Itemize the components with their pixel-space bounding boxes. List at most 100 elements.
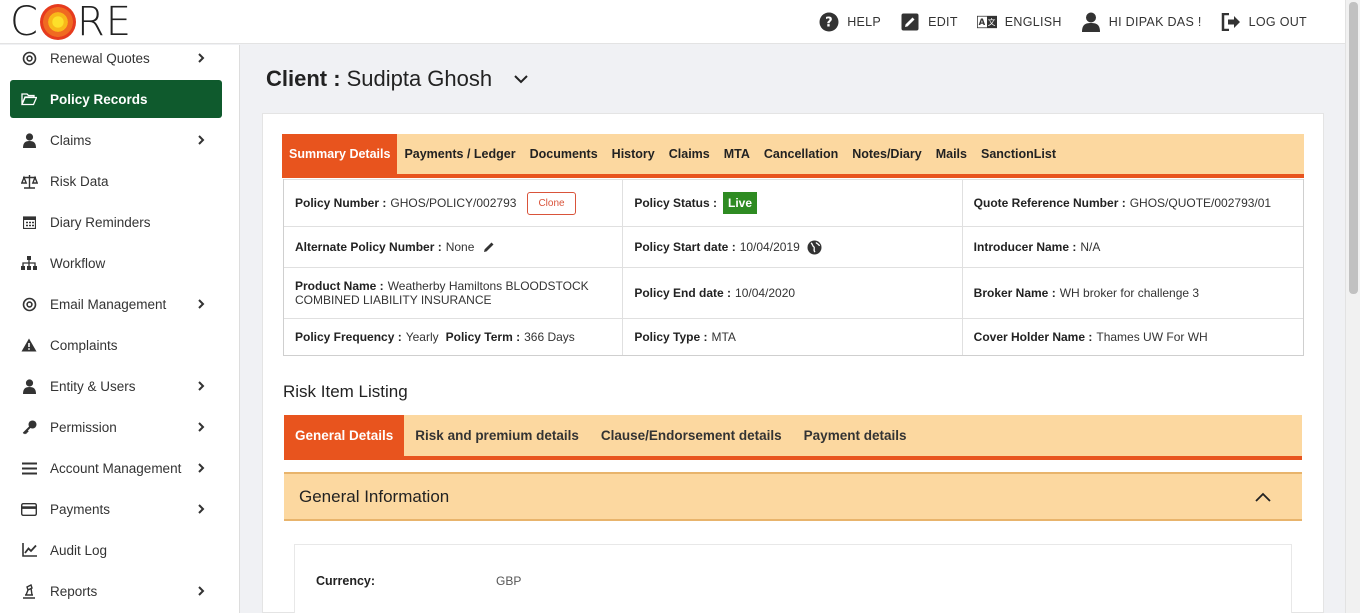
chevron-right-icon (198, 422, 205, 432)
summary-row: Product Name : Weatherby Hamiltons BLOODS… (284, 267, 1303, 318)
help-link[interactable]: ? HELP (819, 12, 881, 32)
tab-mails[interactable]: Mails (929, 134, 974, 174)
sidebar-item-diary-reminders[interactable]: Diary Reminders (10, 203, 222, 241)
top-bar: C RE ? HELP EDIT A文 ENGLISH HI DIPAK DAS … (0, 0, 1345, 45)
sidebar-item-label: Entity & Users (50, 378, 136, 394)
tab-history[interactable]: History (605, 134, 662, 174)
sidebar-item-label: Account Management (50, 460, 182, 476)
start-date-label: Policy Start date : (634, 240, 736, 254)
summary-grid: Policy Number : GHOS/POLICY/002793 Clone… (283, 179, 1304, 356)
risk-tabs: General Details Risk and premium details… (284, 415, 1302, 460)
sidebar-item-workflow[interactable]: Workflow (10, 244, 222, 282)
sidebar-item-reports[interactable]: Reports (10, 572, 222, 610)
introducer-value: N/A (1080, 240, 1101, 254)
sidebar: Renewal Quotes Policy Records Claims Ris… (0, 45, 240, 613)
sidebar-item-label: Audit Log (50, 542, 108, 558)
introducer-label: Introducer Name : (973, 240, 1077, 254)
sidebar-item-label: Risk Data (50, 173, 109, 189)
sidebar-item-label: Email Management (50, 296, 167, 312)
chevron-up-icon[interactable] (1254, 489, 1272, 507)
accordion-title: General Information (299, 486, 450, 506)
term-label: Policy Term : (445, 330, 521, 344)
general-information-accordion[interactable]: General Information (284, 472, 1302, 521)
end-date-value: 10/04/2020 (735, 286, 796, 300)
edit-link[interactable]: EDIT (900, 12, 958, 32)
sidebar-item-email-management[interactable]: Email Management (10, 285, 222, 323)
sidebar-item-policy-records[interactable]: Policy Records (10, 80, 222, 118)
logout-icon (1221, 12, 1241, 32)
end-date-cell: Policy End date : 10/04/2020 (623, 268, 963, 318)
cover-holder-cell: Cover Holder Name : Thames UW For WH (963, 319, 1303, 355)
at-icon (20, 49, 38, 67)
sidebar-item-account-management[interactable]: Account Management (10, 449, 222, 487)
tab-payment-details[interactable]: Payment details (793, 415, 918, 456)
sidebar-item-label: Workflow (50, 255, 106, 271)
user-icon (20, 131, 38, 149)
help-label: HELP (847, 15, 882, 29)
sidebar-item-label: Reports (50, 583, 98, 599)
policy-number-value: GHOS/POLICY/002793 (390, 196, 517, 210)
scrollbar-thumb[interactable] (1349, 2, 1358, 294)
warning-icon (20, 336, 38, 354)
frequency-label: Policy Frequency : (295, 330, 402, 344)
calendar-icon (20, 213, 38, 231)
language-selector[interactable]: A文 ENGLISH (976, 12, 1062, 32)
policy-status-cell: Policy Status : Live (623, 180, 963, 226)
svg-text:?: ? (825, 16, 833, 31)
tab-notes-diary[interactable]: Notes/Diary (845, 134, 928, 174)
chevron-down-icon[interactable] (512, 70, 530, 88)
clone-button[interactable]: Clone (527, 191, 576, 215)
general-information-body: Currency: GBP (294, 544, 1292, 613)
logout-link[interactable]: LOG OUT (1221, 12, 1307, 32)
broker-label: Broker Name : (973, 286, 1056, 300)
cover-holder-label: Cover Holder Name : (973, 330, 1093, 344)
policy-tabs: Summary Details Payments / Ledger Docume… (282, 134, 1304, 178)
sidebar-item-label: Claims (50, 132, 92, 148)
tab-sanction-list[interactable]: SanctionList (974, 134, 1063, 174)
broker-cell: Broker Name : WH broker for challenge 3 (963, 268, 1303, 318)
sidebar-item-claims[interactable]: Claims (10, 121, 222, 159)
core-logo[interactable]: C RE (10, 0, 132, 45)
user-icon (20, 377, 38, 395)
client-title[interactable]: Client : Sudipta Ghosh (266, 66, 530, 92)
pencil-icon[interactable] (483, 241, 495, 253)
policy-status-label: Policy Status : (634, 196, 718, 210)
sidebar-item-label: Policy Records (50, 91, 148, 107)
tab-cancellation[interactable]: Cancellation (757, 134, 845, 174)
chevron-right-icon (198, 53, 205, 63)
sidebar-item-audit-log[interactable]: Audit Log (10, 531, 222, 569)
tab-mta[interactable]: MTA (717, 134, 757, 174)
sidebar-item-complaints[interactable]: Complaints (10, 326, 222, 364)
start-date-value: 10/04/2019 (739, 240, 800, 254)
sidebar-item-risk-data[interactable]: Risk Data (10, 162, 222, 200)
sidebar-item-entity-users[interactable]: Entity & Users (10, 367, 222, 405)
translate-icon: A文 (976, 12, 997, 32)
quote-ref-cell: Quote Reference Number : GHOS/QUOTE/0027… (963, 180, 1303, 226)
credit-card-icon (20, 500, 38, 518)
policy-type-label: Policy Type : (634, 330, 708, 344)
user-menu[interactable]: HI DIPAK DAS ! (1081, 12, 1202, 32)
logout-label: LOG OUT (1248, 15, 1307, 29)
tab-documents[interactable]: Documents (523, 134, 605, 174)
sidebar-item-renewal-quotes[interactable]: Renewal Quotes (10, 45, 222, 77)
tab-general-details[interactable]: General Details (284, 415, 405, 456)
help-icon: ? (819, 12, 839, 32)
page-scrollbar[interactable] (1345, 0, 1360, 613)
sidebar-item-label: Renewal Quotes (50, 50, 150, 66)
tab-clause-endorsement-details[interactable]: Clause/Endorsement details (590, 415, 793, 456)
folder-open-icon (20, 90, 38, 108)
sidebar-item-payments[interactable]: Payments (10, 490, 222, 528)
chevron-right-icon (198, 299, 205, 309)
tab-claims[interactable]: Claims (662, 134, 717, 174)
tab-summary-details[interactable]: Summary Details (282, 134, 398, 174)
key-icon (20, 418, 38, 436)
chevron-right-icon (198, 381, 205, 391)
tab-payments-ledger[interactable]: Payments / Ledger (397, 134, 522, 174)
sidebar-item-permission[interactable]: Permission (10, 408, 222, 446)
globe-icon[interactable] (807, 240, 822, 255)
reports-icon (20, 582, 38, 600)
tab-risk-premium-details[interactable]: Risk and premium details (404, 415, 590, 456)
summary-row: Alternate Policy Number : None Policy St… (284, 226, 1303, 267)
edit-label: EDIT (928, 15, 958, 29)
quote-ref-value: GHOS/QUOTE/002793/01 (1129, 196, 1272, 210)
